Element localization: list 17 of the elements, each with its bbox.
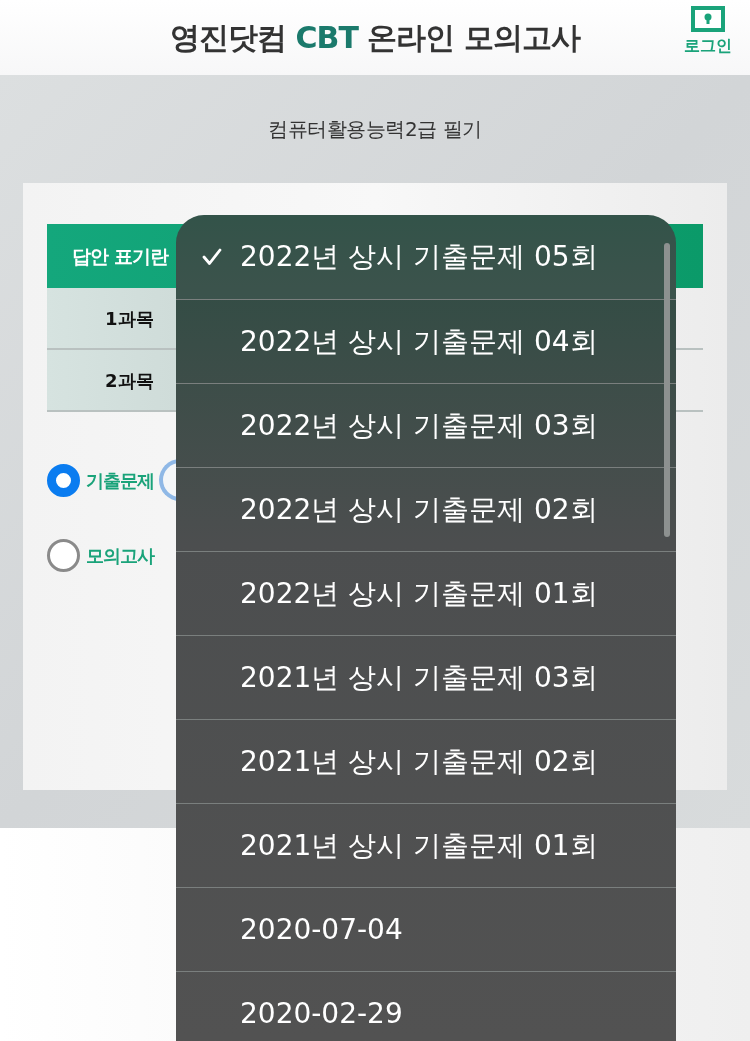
table-header-text: 답안 표기란	[72, 244, 168, 268]
dropdown-option[interactable]: 2021년 상시 기출문제 03회	[176, 635, 676, 719]
lock-icon	[691, 6, 725, 32]
dropdown-option[interactable]: 2021년 상시 기출문제 01회	[176, 803, 676, 887]
dropdown-option[interactable]: 2021년 상시 기출문제 02회	[176, 719, 676, 803]
dropdown-option[interactable]: 2022년 상시 기출문제 01회	[176, 551, 676, 635]
checkmark-icon	[202, 248, 222, 266]
radio-icon[interactable]	[47, 463, 80, 497]
subject-cell: 1과목	[47, 288, 176, 348]
subject-cell: 2과목	[47, 350, 176, 410]
scrollbar-thumb[interactable]	[664, 243, 670, 537]
site-title: 영진닷컴 CBT 온라인 모의고사	[170, 19, 580, 56]
dropdown-option[interactable]: 2022년 상시 기출문제 05회	[176, 215, 676, 299]
exam-title: 컴퓨터활용능력2급 필기	[267, 116, 483, 143]
dropdown-option[interactable]: 2020-02-29	[176, 971, 676, 1041]
dropdown-option[interactable]: 2020-07-04	[176, 887, 676, 971]
radio-icon[interactable]	[47, 539, 80, 572]
